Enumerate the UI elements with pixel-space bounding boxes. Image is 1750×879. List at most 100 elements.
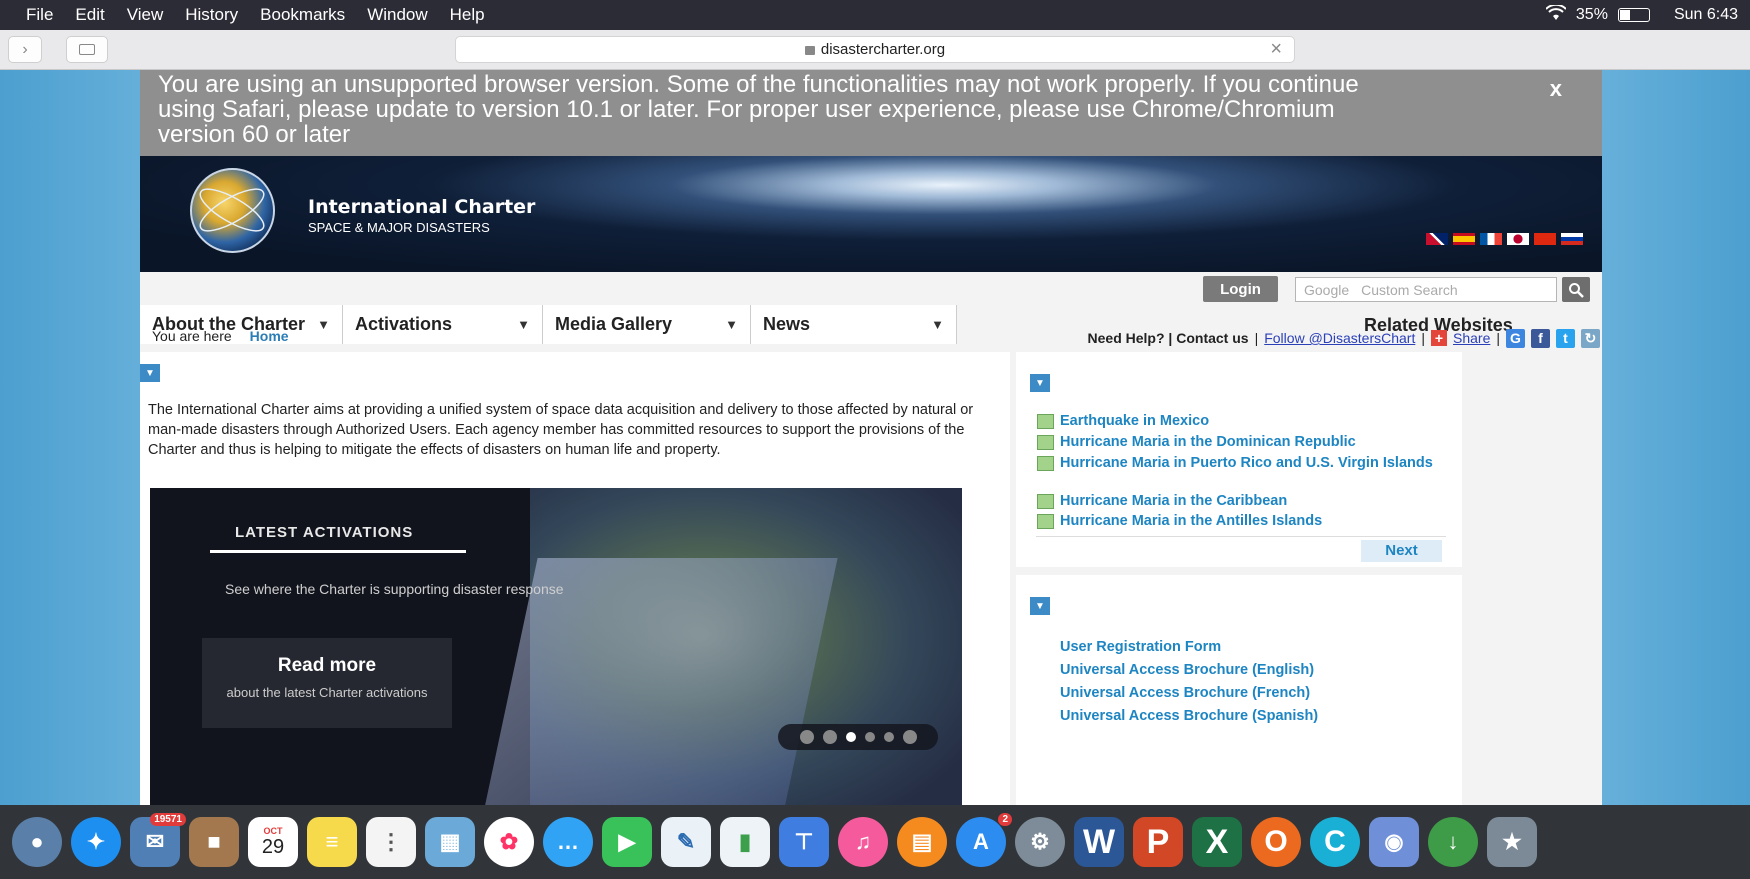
messages-icon[interactable]: …: [543, 817, 593, 867]
browser-toolbar: › disastercharter.org ×: [0, 30, 1750, 70]
flag-russia-icon[interactable]: [1561, 233, 1583, 245]
satellite-icon[interactable]: ★: [1487, 817, 1537, 867]
download-icon[interactable]: ↓: [1428, 817, 1478, 867]
next-button[interactable]: Next: [1361, 540, 1442, 562]
outlook-icon[interactable]: O: [1251, 817, 1301, 867]
twitter-icon[interactable]: t: [1556, 328, 1575, 348]
mail-badge: 19571: [150, 813, 186, 826]
team-icon[interactable]: ◉: [1369, 817, 1419, 867]
facebook-icon[interactable]: f: [1531, 328, 1550, 348]
skype-icon[interactable]: C: [1310, 817, 1360, 867]
mail-icon[interactable]: ✉ 19571: [130, 813, 186, 867]
menu-help[interactable]: Help: [450, 5, 485, 25]
flag-china-icon[interactable]: [1534, 233, 1556, 245]
preview-icon[interactable]: ▦: [425, 817, 475, 867]
facetime-icon[interactable]: ▶: [602, 817, 652, 867]
charter-logo[interactable]: [190, 168, 275, 253]
help-bar: Need Help? | Contact us | Follow @Disast…: [840, 326, 1600, 350]
finder-icon[interactable]: ●: [12, 817, 62, 867]
banner-close-button[interactable]: x: [1550, 76, 1562, 101]
menu-history[interactable]: History: [185, 5, 238, 25]
textedit-icon[interactable]: ✎: [661, 817, 711, 867]
resource-link[interactable]: Universal Access Brochure (Spanish): [1060, 708, 1318, 724]
resources-panel: ▼ User Registration Form Universal Acces…: [1016, 575, 1462, 805]
safari-icon[interactable]: ✦: [71, 817, 121, 867]
itunes-icon[interactable]: ♫: [838, 817, 888, 867]
rss-icon[interactable]: ↻: [1581, 328, 1600, 348]
slider-dot[interactable]: [822, 730, 837, 744]
document-icon: [1037, 514, 1054, 529]
notes-icon[interactable]: ≡: [307, 817, 357, 867]
powerpoint-icon[interactable]: P: [1133, 817, 1183, 867]
document-icon: [1037, 456, 1054, 471]
search-input[interactable]: Google Custom Search: [1295, 277, 1557, 302]
collapse-toggle-icon[interactable]: ▼: [1030, 597, 1050, 615]
login-button[interactable]: Login: [1203, 276, 1278, 302]
calendar-day: 29: [261, 835, 285, 858]
flag-spain-icon[interactable]: [1453, 233, 1475, 245]
contact-link[interactable]: Need Help? | Contact us: [1088, 330, 1249, 346]
search-placeholder: Custom Search: [1361, 281, 1458, 298]
document-icon: [1037, 494, 1054, 509]
wifi-icon[interactable]: [1545, 3, 1567, 26]
slider-dot-active[interactable]: [845, 732, 856, 742]
close-icon[interactable]: ×: [1270, 38, 1282, 61]
slider-dot[interactable]: [902, 730, 917, 744]
word-icon[interactable]: W: [1074, 817, 1124, 867]
app-store-icon[interactable]: A2: [956, 813, 1012, 867]
menu-file[interactable]: File: [26, 5, 53, 25]
sidebar-toggle-button[interactable]: [66, 36, 108, 63]
slider-dot[interactable]: [864, 732, 875, 742]
image-slider[interactable]: LATEST ACTIVATIONS See where the Charter…: [150, 488, 962, 805]
site-title[interactable]: International Charter: [308, 196, 535, 218]
webpage: You are using an unsupported browser ver…: [140, 70, 1602, 805]
menu-bookmarks[interactable]: Bookmarks: [260, 5, 345, 25]
follow-link[interactable]: Follow @DisastersChart: [1264, 330, 1415, 346]
clock[interactable]: Sun 6:43: [1674, 6, 1738, 24]
menu-edit[interactable]: Edit: [75, 5, 104, 25]
read-more-button[interactable]: Read more about the latest Charter activ…: [202, 638, 452, 728]
document-icon: [1037, 414, 1054, 429]
address-bar[interactable]: disastercharter.org ×: [455, 36, 1295, 63]
flag-france-icon[interactable]: [1480, 233, 1502, 245]
activation-link[interactable]: Hurricane Maria in the Antilles Islands: [1037, 512, 1322, 530]
activation-link[interactable]: Hurricane Maria in the Dominican Republi…: [1037, 433, 1356, 451]
activation-link[interactable]: Earthquake in Mexico: [1037, 412, 1209, 430]
collapse-toggle-icon[interactable]: ▼: [1030, 374, 1050, 392]
battery-icon[interactable]: [1617, 8, 1650, 22]
reminders-icon[interactable]: ⋮: [366, 817, 416, 867]
slider-dot[interactable]: [883, 732, 894, 742]
flag-uk-icon[interactable]: [1426, 233, 1448, 245]
activation-label: Hurricane Maria in the Dominican Republi…: [1060, 434, 1356, 450]
menu-view[interactable]: View: [127, 5, 164, 25]
google-plus-icon[interactable]: G: [1506, 328, 1525, 348]
caret-down-icon: ▼: [725, 317, 738, 332]
breadcrumb-home[interactable]: Home: [250, 328, 289, 344]
calendar-icon[interactable]: OCT 29: [248, 817, 298, 867]
forward-button[interactable]: ›: [8, 36, 42, 63]
activation-link[interactable]: Hurricane Maria in Puerto Rico and U.S. …: [1036, 454, 1436, 472]
google-label: Google: [1304, 281, 1350, 298]
resource-link[interactable]: Universal Access Brochure (French): [1060, 685, 1310, 701]
share-link[interactable]: Share: [1453, 330, 1490, 346]
nav-activations[interactable]: Activations ▼: [343, 305, 543, 344]
activation-link[interactable]: Hurricane Maria in the Caribbean: [1037, 492, 1288, 510]
resource-link[interactable]: Universal Access Brochure (English): [1060, 662, 1314, 678]
activation-label: Hurricane Maria in the Caribbean: [1060, 493, 1288, 509]
search-button[interactable]: [1562, 277, 1590, 302]
language-flags: [1426, 233, 1583, 245]
keynote-icon[interactable]: ⊤: [779, 817, 829, 867]
flag-japan-icon[interactable]: [1507, 233, 1529, 245]
contacts-icon[interactable]: ■: [189, 817, 239, 867]
resource-link[interactable]: User Registration Form: [1060, 639, 1221, 655]
photos-icon[interactable]: ✿: [484, 817, 534, 867]
nav-media-gallery[interactable]: Media Gallery ▼: [543, 305, 751, 344]
slider-dot[interactable]: [799, 730, 814, 744]
numbers-icon[interactable]: ▮: [720, 817, 770, 867]
ibooks-icon[interactable]: ▤: [897, 817, 947, 867]
system-preferences-icon[interactable]: ⚙: [1015, 817, 1065, 867]
collapse-toggle-icon[interactable]: ▼: [140, 364, 160, 382]
excel-icon[interactable]: X: [1192, 817, 1242, 867]
menu-window[interactable]: Window: [367, 5, 427, 25]
share-plus-icon[interactable]: +: [1431, 330, 1447, 346]
